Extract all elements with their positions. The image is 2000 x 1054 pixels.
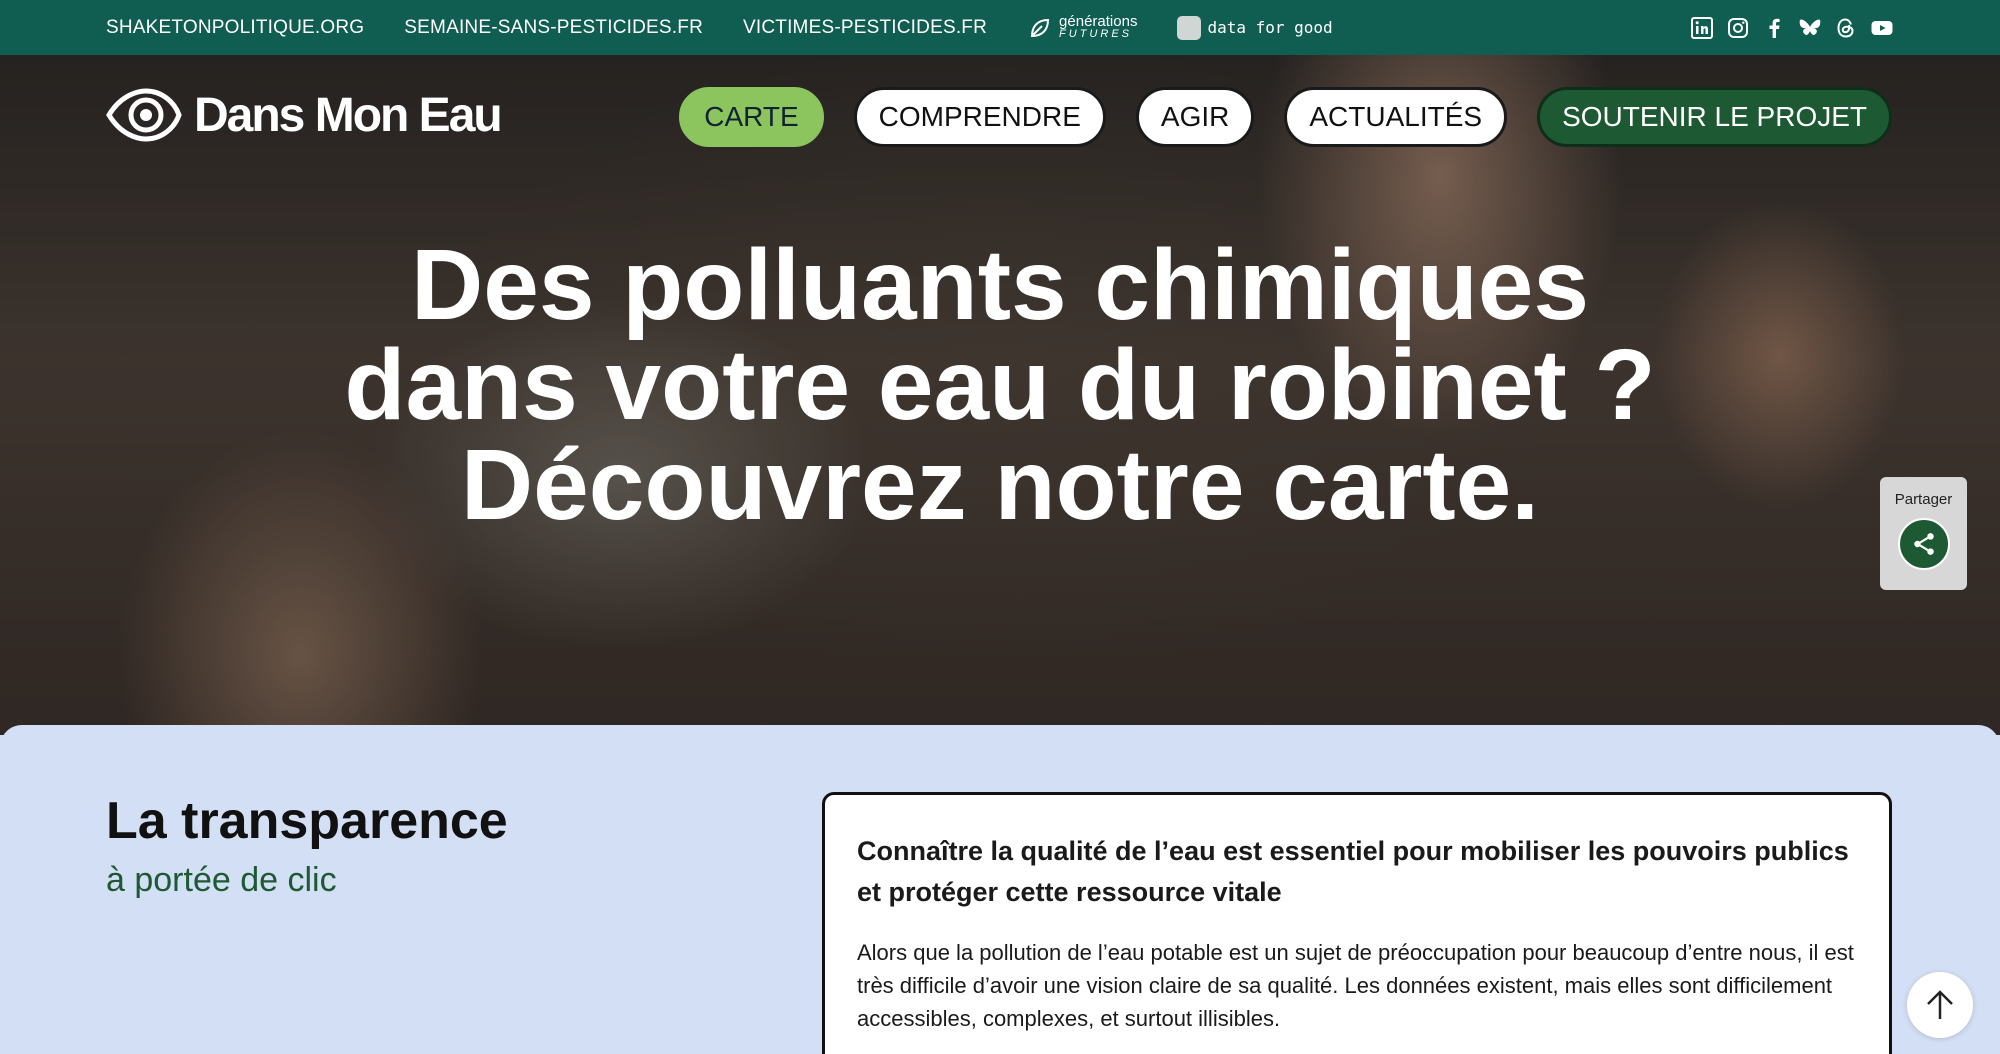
top-bar: SHAKETONPOLITIQUE.ORG SEMAINE-SANS-PESTI… — [0, 0, 2000, 55]
section-title: La transparence — [106, 792, 508, 850]
data-for-good-icon — [1177, 15, 1202, 40]
generations-futures-logo[interactable]: générations FUTURES — [1027, 12, 1138, 41]
linkedin-icon[interactable] — [1690, 16, 1714, 40]
site-logo[interactable]: Dans Mon Eau — [106, 87, 503, 143]
social-links — [1690, 0, 1894, 55]
brand-name: Dans Mon Eau — [194, 88, 503, 142]
data-for-good-logo[interactable]: data for good — [1177, 15, 1333, 40]
futures-label: FUTURES — [1059, 27, 1132, 40]
threads-icon[interactable] — [1834, 16, 1858, 40]
back-to-top-button[interactable] — [1907, 972, 1973, 1038]
link-shaketonpolitique[interactable]: SHAKETONPOLITIQUE.ORG — [106, 17, 364, 39]
share-widget: Partager — [1880, 477, 1967, 590]
partner-links: SHAKETONPOLITIQUE.ORG SEMAINE-SANS-PESTI… — [106, 0, 1333, 55]
nav-agir[interactable]: AGIR — [1135, 87, 1255, 147]
arrow-up-icon — [1927, 990, 1953, 1019]
support-project-button[interactable]: SOUTENIR LE PROJET — [1537, 87, 1892, 147]
hero-line-2: dans votre eau du robinet ? — [344, 329, 1656, 441]
main-nav: CARTE COMPRENDRE AGIR ACTUALITÉS SOUTENI… — [679, 87, 1892, 147]
bluesky-icon[interactable] — [1798, 16, 1822, 40]
section-subtitle: à portée de clic — [106, 861, 337, 899]
link-semaine-sans-pesticides[interactable]: SEMAINE-SANS-PESTICIDES.FR — [404, 17, 703, 39]
hero-headline: Des polluants chimiques dans votre eau d… — [0, 235, 2000, 535]
card-title: Connaître la qualité de l’eau est essent… — [857, 836, 1849, 907]
link-victimes-pesticides[interactable]: VICTIMES-PESTICIDES.FR — [743, 17, 987, 39]
share-icon — [1913, 533, 1934, 555]
instagram-icon[interactable] — [1726, 16, 1750, 40]
hero-line-1: Des polluants chimiques — [410, 229, 1590, 341]
leaf-icon — [1027, 15, 1053, 41]
hero-section: Dans Mon Eau CARTE COMPRENDRE AGIR ACTUA… — [0, 55, 2000, 735]
info-card: Connaître la qualité de l’eau est essent… — [822, 792, 1892, 1054]
youtube-icon[interactable] — [1870, 16, 1894, 40]
nav-comprendre[interactable]: COMPRENDRE — [853, 87, 1106, 147]
facebook-icon[interactable] — [1762, 16, 1786, 40]
generations-label: générations — [1059, 12, 1138, 30]
nav-actualites[interactable]: ACTUALITÉS — [1284, 87, 1508, 147]
transparency-section: La transparence à portée de clic Connaît… — [0, 725, 2000, 1054]
share-button[interactable] — [1897, 518, 1950, 570]
hero-line-3: Découvrez notre carte. — [460, 429, 1540, 541]
data-for-good-label: data for good — [1207, 18, 1333, 37]
share-label: Partager — [1894, 491, 1953, 508]
nav-carte[interactable]: CARTE — [679, 87, 824, 147]
eye-logo-icon — [106, 87, 182, 143]
card-body: Alors que la pollution de l’eau potable … — [857, 940, 1854, 1031]
